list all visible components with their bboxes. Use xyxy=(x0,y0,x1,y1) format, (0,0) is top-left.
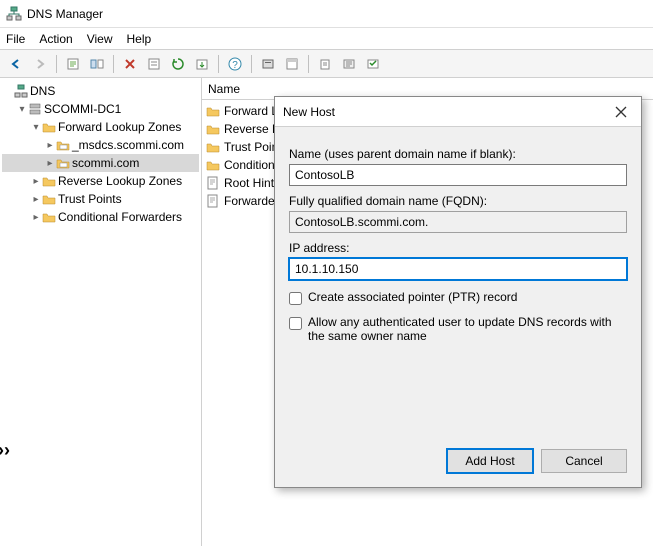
tree-label: Reverse Lookup Zones xyxy=(58,174,182,188)
menu-view[interactable]: View xyxy=(87,32,113,46)
folder-icon xyxy=(42,210,56,224)
list-item-label: Forwarder xyxy=(224,194,279,208)
refresh-icon[interactable] xyxy=(168,54,188,74)
back-button[interactable] xyxy=(6,54,26,74)
folder-icon xyxy=(206,158,220,172)
list-item-label: Forward L xyxy=(224,104,278,118)
delete-icon[interactable] xyxy=(120,54,140,74)
tree-rlz[interactable]: ▸ Reverse Lookup Zones xyxy=(2,172,199,190)
name-field[interactable] xyxy=(289,164,627,186)
dns-icon xyxy=(6,6,22,22)
menu-action[interactable]: Action xyxy=(39,32,72,46)
toolbar: ? xyxy=(0,50,653,78)
tree-server[interactable]: ▾ SCOMMI-DC1 xyxy=(2,100,199,118)
menu-help[interactable]: Help xyxy=(127,32,152,46)
folder-icon xyxy=(42,120,56,134)
tree-root-dns[interactable]: DNS xyxy=(2,82,199,100)
list-item-label: Trust Poin xyxy=(224,140,278,154)
tree-label: Conditional Forwarders xyxy=(58,210,182,224)
new-host-dialog: New Host Name (uses parent domain name i… xyxy=(274,96,642,488)
chevron-right-icon: ›› xyxy=(0,440,10,461)
new-icon[interactable] xyxy=(63,54,83,74)
tree-tp[interactable]: ▸ Trust Points xyxy=(2,190,199,208)
title-bar: DNS Manager xyxy=(0,0,653,28)
export-icon[interactable] xyxy=(192,54,212,74)
tree-zone-scommi[interactable]: ▸ scommi.com xyxy=(2,154,199,172)
tree-label: scommi.com xyxy=(72,156,139,170)
folder-icon xyxy=(206,140,220,154)
folder-icon xyxy=(206,104,220,118)
window-title: DNS Manager xyxy=(27,7,103,21)
nav-tree[interactable]: DNS ▾ SCOMMI-DC1 ▾ Forward Lookup Zones … xyxy=(0,78,202,546)
ptr-checkbox[interactable] xyxy=(289,292,302,305)
list-item-label: Reverse L xyxy=(224,122,279,136)
zone-icon xyxy=(56,156,70,170)
folder-icon xyxy=(42,192,56,206)
zone-icon xyxy=(56,138,70,152)
fqdn-label: Fully qualified domain name (FQDN): xyxy=(289,194,627,208)
tool-icon-2[interactable] xyxy=(282,54,302,74)
tool-icon-1[interactable] xyxy=(258,54,278,74)
server-icon xyxy=(28,102,42,116)
fqdn-field xyxy=(289,211,627,233)
dialog-title: New Host xyxy=(283,105,335,119)
menu-bar: File Action View Help xyxy=(0,28,653,50)
svg-text:?: ? xyxy=(232,60,238,71)
tree-cf[interactable]: ▸ Conditional Forwarders xyxy=(2,208,199,226)
folder-icon xyxy=(206,122,220,136)
ip-label: IP address: xyxy=(289,241,627,255)
tree-label: DNS xyxy=(30,84,55,98)
tree-label: Trust Points xyxy=(58,192,122,206)
close-button[interactable] xyxy=(609,100,633,124)
tool-icon-4[interactable] xyxy=(339,54,359,74)
list-item-label: Condition xyxy=(224,158,275,172)
dialog-title-bar: New Host xyxy=(275,97,641,127)
name-label: Name (uses parent domain name if blank): xyxy=(289,147,627,161)
list-item-label: Root Hint xyxy=(224,176,274,190)
ip-field[interactable] xyxy=(289,258,627,280)
page-icon xyxy=(206,194,220,208)
forward-button[interactable] xyxy=(30,54,50,74)
tree-label: SCOMMI-DC1 xyxy=(44,102,121,116)
tool-icon-5[interactable] xyxy=(363,54,383,74)
properties-icon[interactable] xyxy=(144,54,164,74)
tool-icon-3[interactable] xyxy=(315,54,335,74)
tree-flz[interactable]: ▾ Forward Lookup Zones xyxy=(2,118,199,136)
menu-file[interactable]: File xyxy=(6,32,25,46)
tree-label: Forward Lookup Zones xyxy=(58,120,181,134)
ptr-checkbox-label: Create associated pointer (PTR) record xyxy=(308,290,517,304)
close-icon xyxy=(615,106,627,118)
page-icon xyxy=(206,176,220,190)
tree-label: _msdcs.scommi.com xyxy=(72,138,184,152)
dns-icon xyxy=(14,84,28,98)
help-icon[interactable]: ? xyxy=(225,54,245,74)
auth-checkbox[interactable] xyxy=(289,317,302,330)
cancel-button[interactable]: Cancel xyxy=(541,449,627,473)
add-host-button[interactable]: Add Host xyxy=(447,449,533,473)
folder-icon xyxy=(42,174,56,188)
auth-checkbox-label: Allow any authenticated user to update D… xyxy=(308,315,627,343)
toggle-icon[interactable] xyxy=(87,54,107,74)
tree-zone-msdcs[interactable]: ▸ _msdcs.scommi.com xyxy=(2,136,199,154)
